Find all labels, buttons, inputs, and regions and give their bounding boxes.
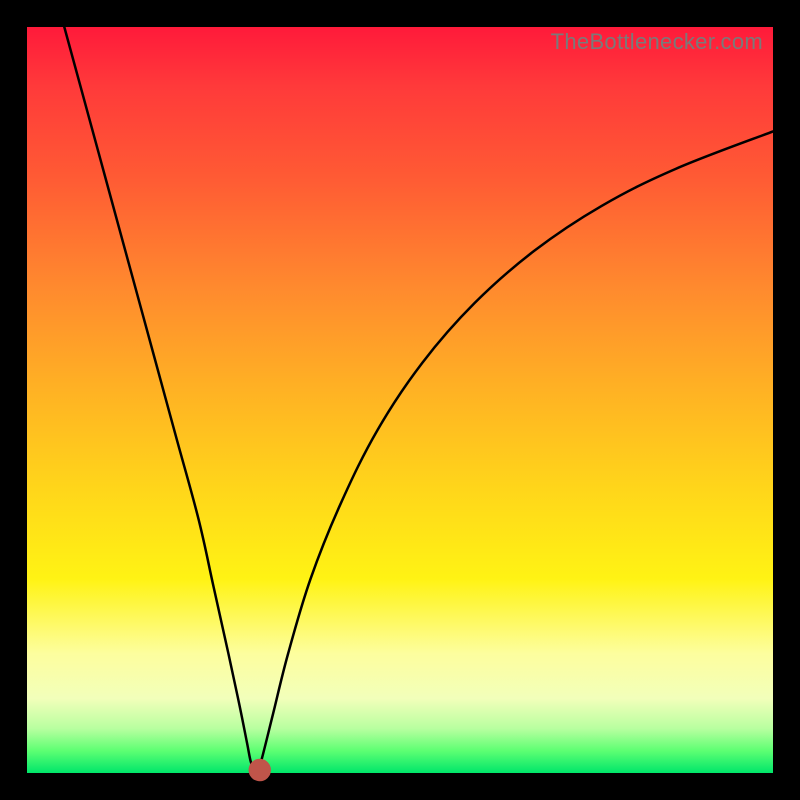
- chart-frame: TheBottlenecker.com: [0, 0, 800, 800]
- bottleneck-curve: [27, 27, 773, 773]
- curve-path: [64, 27, 773, 771]
- optimum-marker: [249, 759, 270, 780]
- plot-area: TheBottlenecker.com: [27, 27, 773, 773]
